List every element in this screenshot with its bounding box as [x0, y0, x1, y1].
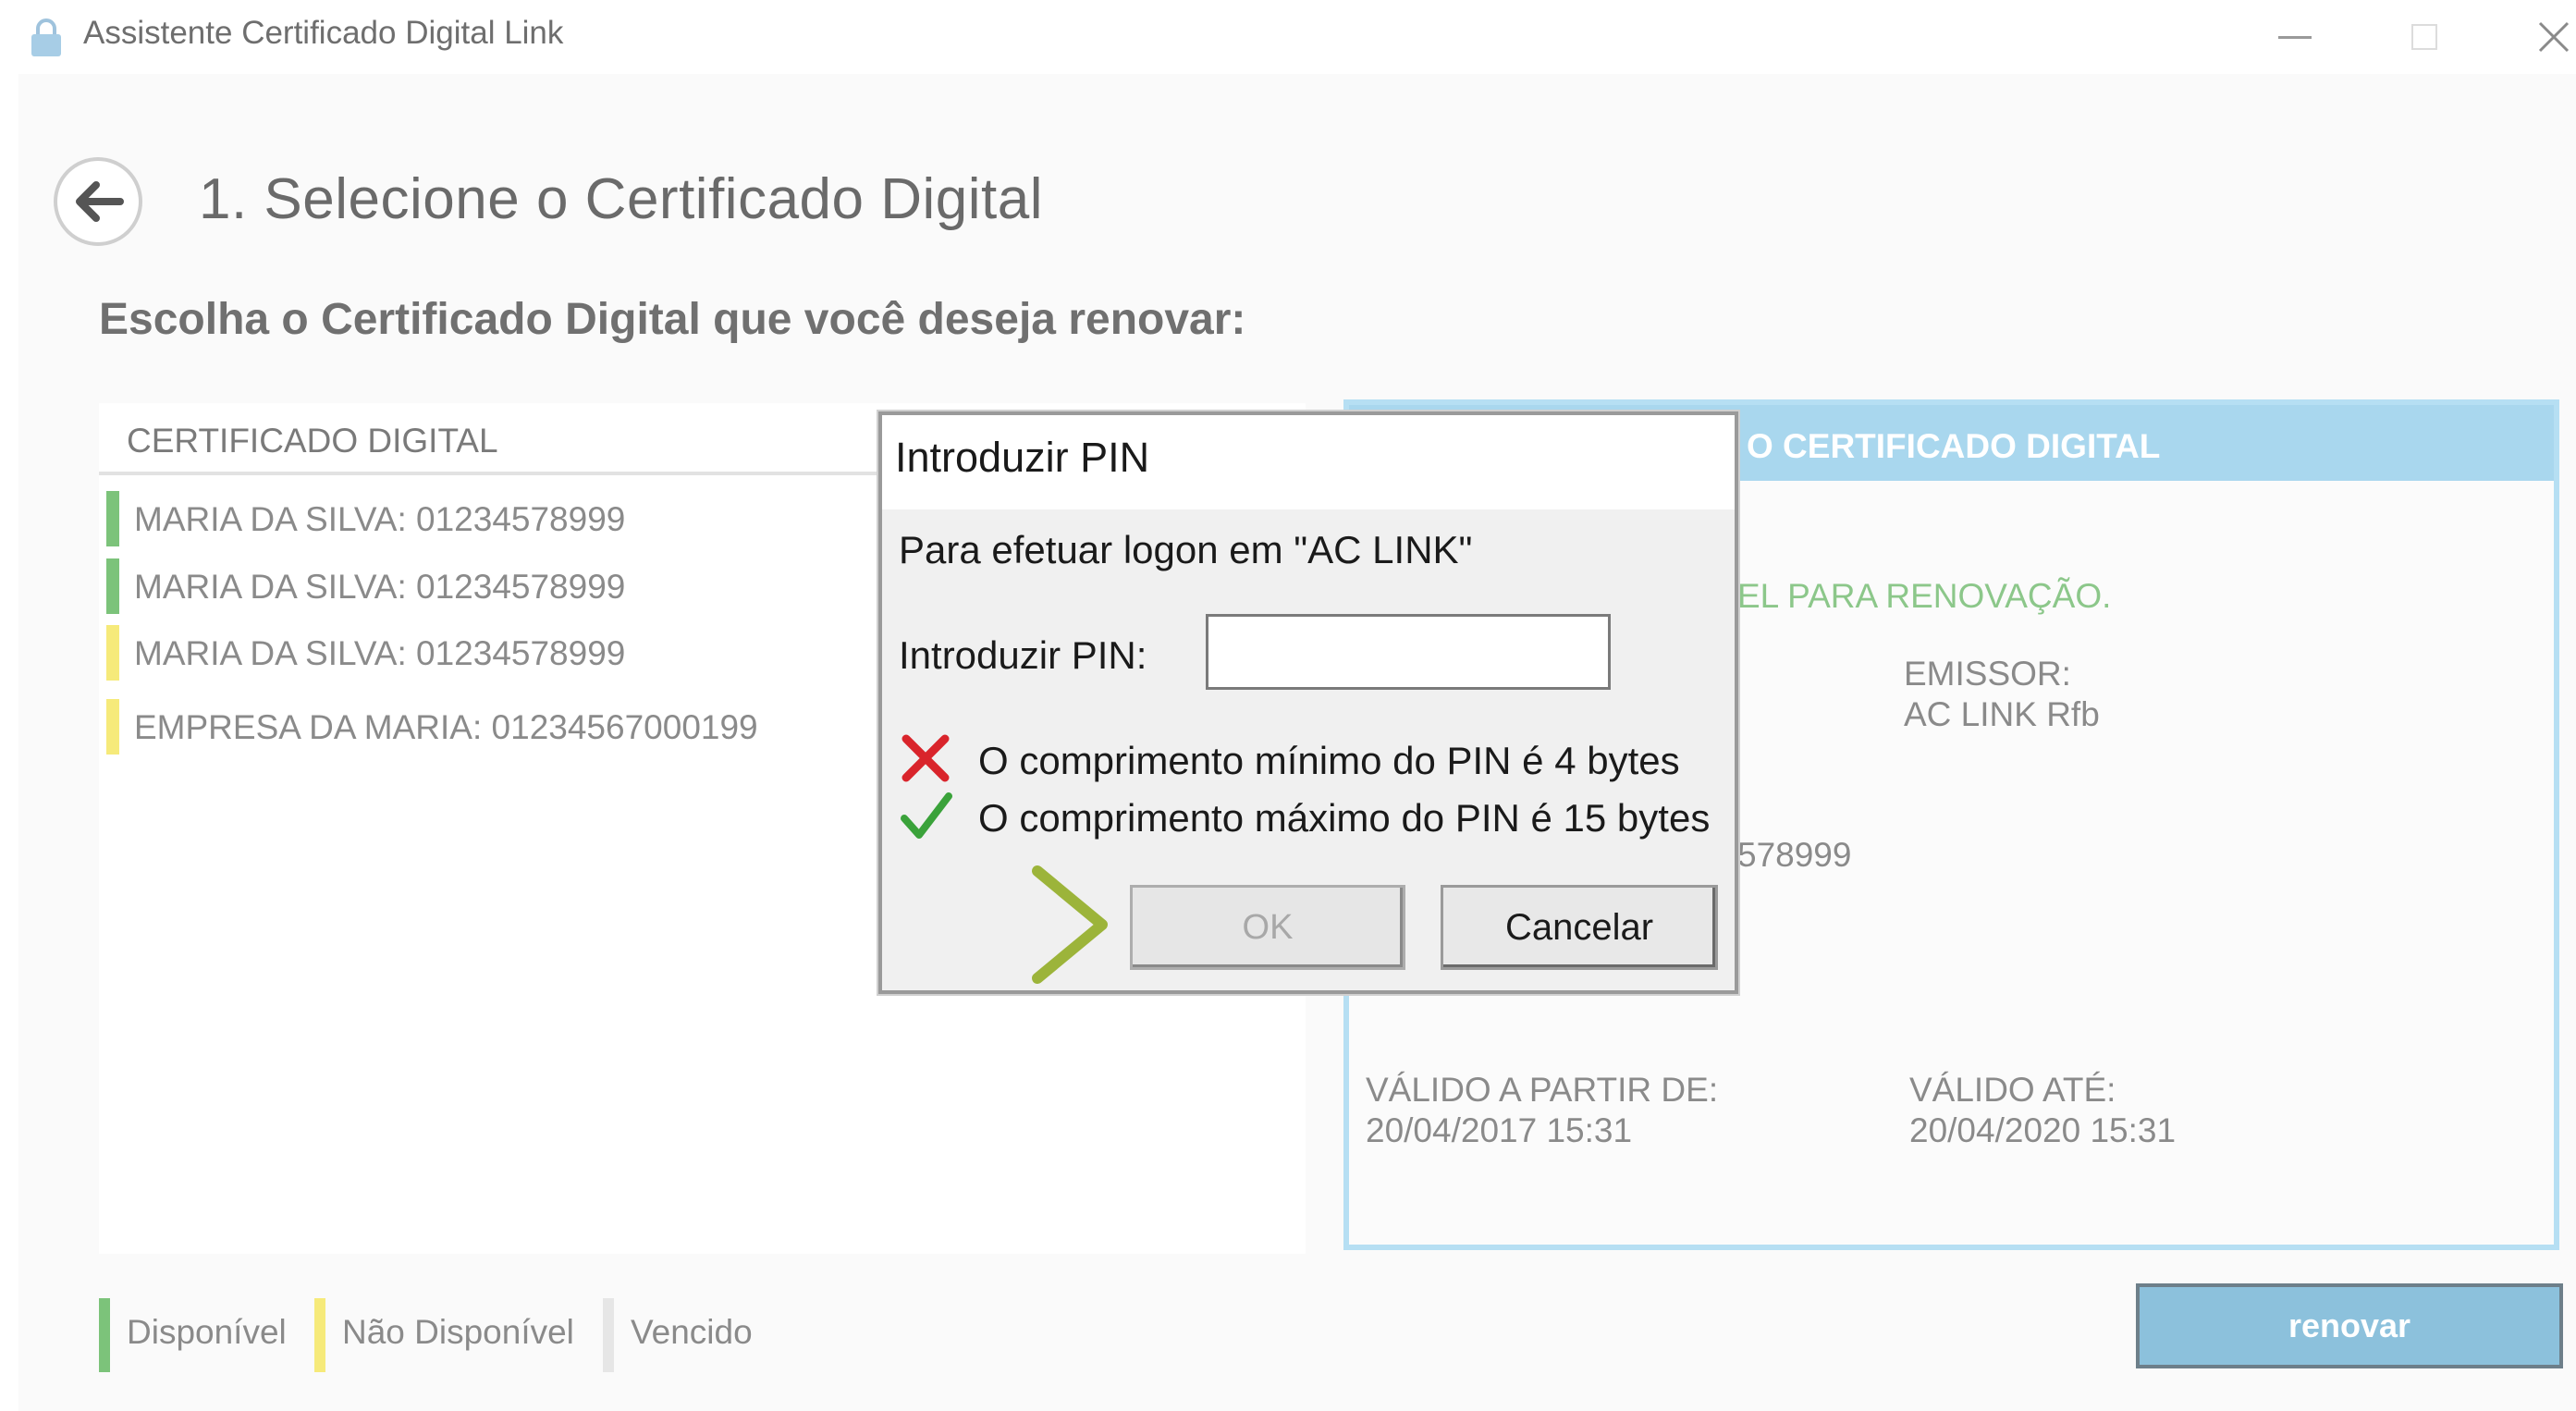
- legend-available-swatch: [99, 1298, 110, 1372]
- detail-status: EL PARA RENOVAÇÃO.: [1737, 577, 2112, 615]
- list-item-label: MARIA DA SILVA: 01234578999: [134, 634, 626, 672]
- back-button[interactable]: [54, 157, 142, 246]
- legend-unavailable-swatch: [314, 1298, 325, 1372]
- legend-unavailable-label: Não Disponível: [342, 1313, 574, 1351]
- padlock-icon: [31, 18, 61, 56]
- legend-expired-swatch: [603, 1298, 614, 1372]
- pin-rule-max: O comprimento máximo do PIN é 15 bytes: [978, 796, 1711, 840]
- checkmark-icon: [901, 792, 952, 839]
- chevron-right-icon: [1032, 865, 1108, 984]
- list-item-label: MARIA DA SILVA: 01234578999: [134, 500, 626, 538]
- renew-button[interactable]: renovar: [2136, 1283, 2563, 1368]
- close-button[interactable]: [2517, 9, 2576, 65]
- logon-message: Para efetuar logon em "AC LINK": [899, 528, 1473, 571]
- document-number-partial: 578999: [1737, 836, 1852, 874]
- list-item-label: MARIA DA SILVA: 01234578999: [134, 568, 626, 606]
- emissor-label: EMISSOR:: [1904, 655, 2071, 693]
- list-item-label: EMPRESA DA MARIA: 01234567000199: [134, 708, 758, 746]
- window-title: Assistente Certificado Digital Link: [83, 15, 564, 51]
- arrow-left-icon: [76, 181, 124, 222]
- valid-to-label: VÁLIDO ATÉ:: [1909, 1071, 2116, 1109]
- minimize-button[interactable]: [2258, 9, 2332, 65]
- maximize-icon: [2411, 24, 2437, 50]
- close-icon: [2538, 21, 2570, 53]
- maximize-button[interactable]: [2387, 9, 2461, 65]
- pin-dialog: Introduzir PIN Para efetuar logon em "AC…: [878, 411, 1738, 994]
- list-header-label: CERTIFICADO DIGITAL: [127, 422, 498, 460]
- page-subtitle: Escolha o Certificado Digital que você d…: [99, 295, 1246, 344]
- status-bar-available: [106, 558, 119, 614]
- status-bar-available: [106, 491, 119, 546]
- pin-dialog-titlebar: Introduzir PIN: [882, 415, 1735, 509]
- valid-from-value: 20/04/2017 15:31: [1366, 1111, 1633, 1149]
- error-x-icon: [902, 734, 950, 782]
- legend-expired-label: Vencido: [631, 1313, 753, 1351]
- valid-to-value: 20/04/2020 15:31: [1909, 1111, 2177, 1149]
- window-titlebar: Assistente Certificado Digital Link: [0, 0, 2576, 74]
- detail-header-label: O CERTIFICADO DIGITAL: [1747, 427, 2161, 465]
- minimize-icon: [2278, 36, 2312, 39]
- status-bar-unavailable: [106, 699, 119, 755]
- pin-input[interactable]: [1206, 614, 1611, 690]
- cancel-button[interactable]: Cancelar: [1441, 885, 1718, 970]
- valid-from-label: VÁLIDO A PARTIR DE:: [1366, 1071, 1719, 1109]
- pin-rule-min: O comprimento mínimo do PIN é 4 bytes: [978, 739, 1680, 782]
- status-bar-unavailable: [106, 625, 119, 681]
- emissor-value: AC LINK Rfb: [1904, 695, 2100, 733]
- ok-button[interactable]: OK: [1130, 885, 1405, 970]
- pin-label: Introduzir PIN:: [899, 633, 1147, 677]
- pin-dialog-title: Introduzir PIN: [895, 434, 1150, 481]
- legend-available-label: Disponível: [127, 1313, 287, 1351]
- page-title: 1. Selecione o Certificado Digital: [199, 167, 1044, 231]
